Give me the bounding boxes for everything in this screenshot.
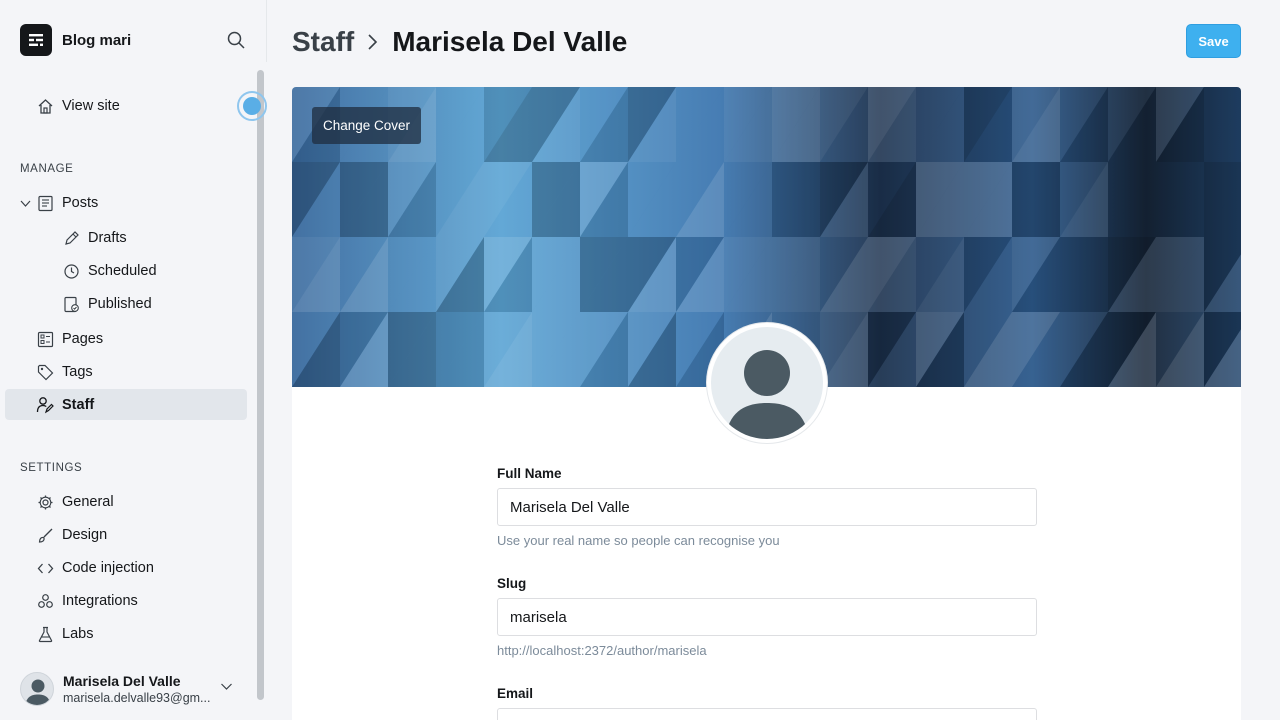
sidebar-item-label: General xyxy=(62,494,114,510)
sidebar-item-label: Published xyxy=(88,296,152,312)
sidebar-item-label: Design xyxy=(62,527,108,543)
breadcrumb: Staff Marisela Del Valle xyxy=(292,24,627,60)
email-input[interactable] xyxy=(497,708,1037,720)
slug-input[interactable] xyxy=(497,598,1037,636)
avatar-placeholder-icon[interactable] xyxy=(707,323,827,443)
chevron-right-icon xyxy=(366,33,380,51)
gear-icon xyxy=(36,493,54,511)
blog-name: Blog mari xyxy=(62,31,132,49)
profile-card: Change Cover Full Name Use your real nam… xyxy=(292,87,1241,720)
brush-icon xyxy=(36,526,54,544)
sidebar-item-label: Labs xyxy=(62,626,94,642)
sidebar-resize-handle[interactable] xyxy=(237,91,267,121)
integrations-icon xyxy=(36,592,54,610)
sidebar-scrollbar-thumb[interactable] xyxy=(257,70,264,700)
ghost-logo-icon xyxy=(20,24,52,56)
sidebar-item-integrations[interactable]: Integrations xyxy=(36,586,138,616)
sidebar-item-staff[interactable]: Staff xyxy=(5,389,247,420)
chevron-down-icon xyxy=(220,680,233,698)
sidebar-item-label: Integrations xyxy=(62,593,138,609)
tag-icon xyxy=(36,363,54,381)
sidebar-item-label: Drafts xyxy=(88,230,127,246)
sidebar-item-design[interactable]: Design xyxy=(36,520,107,550)
user-menu[interactable]: Marisela Del Valle marisela.delvalle93@g… xyxy=(20,668,240,710)
manage-section-label: MANAGE xyxy=(20,163,74,175)
sidebar-item-label: Pages xyxy=(62,331,104,347)
sidebar: Blog mari View site MANAGE Posts Drafts … xyxy=(0,0,267,720)
sidebar-item-general[interactable]: General xyxy=(36,487,114,517)
sidebar-item-pages[interactable]: Pages xyxy=(36,324,103,354)
full-name-input[interactable] xyxy=(497,488,1037,526)
brand[interactable]: Blog mari xyxy=(20,24,131,56)
page-title: Marisela Del Valle xyxy=(392,26,628,57)
chevron-down-icon[interactable] xyxy=(19,194,31,212)
user-name: Marisela Del Valle xyxy=(63,673,181,689)
sidebar-item-label: View site xyxy=(62,98,120,114)
sidebar-item-tags[interactable]: Tags xyxy=(36,357,93,387)
full-name-hint: Use your real name so people can recogni… xyxy=(497,533,780,548)
sidebar-item-label: Code injection xyxy=(62,560,154,576)
published-icon xyxy=(62,295,80,313)
sidebar-item-label: Scheduled xyxy=(88,263,157,279)
sidebar-item-posts[interactable]: Posts xyxy=(19,188,98,218)
posts-icon xyxy=(36,194,54,212)
sidebar-item-label: Tags xyxy=(62,364,93,380)
sidebar-item-scheduled[interactable]: Scheduled xyxy=(62,256,157,286)
user-email: marisela.delvalle93@gm... xyxy=(63,691,211,705)
slug-label: Slug xyxy=(497,576,527,591)
code-icon xyxy=(36,559,54,577)
clock-icon xyxy=(62,262,80,280)
home-icon xyxy=(36,97,54,115)
sidebar-item-labs[interactable]: Labs xyxy=(36,619,93,649)
search-icon[interactable] xyxy=(226,30,248,52)
sidebar-item-label: Staff xyxy=(62,396,95,413)
sidebar-item-drafts[interactable]: Drafts xyxy=(62,223,127,253)
change-cover-button[interactable]: Change Cover xyxy=(312,107,422,144)
sidebar-item-label: Posts xyxy=(62,195,99,211)
pages-icon xyxy=(36,330,54,348)
flask-icon xyxy=(36,625,54,643)
settings-section-label: SETTINGS xyxy=(20,462,83,474)
email-label: Email xyxy=(497,686,534,701)
pencil-icon xyxy=(62,229,80,247)
slug-hint: http://localhost:2372/author/marisela xyxy=(497,643,707,658)
sidebar-item-code-injection[interactable]: Code injection xyxy=(36,553,154,583)
breadcrumb-parent[interactable]: Staff xyxy=(292,26,354,58)
avatar xyxy=(20,672,54,706)
full-name-label: Full Name xyxy=(497,466,562,481)
sidebar-item-published[interactable]: Published xyxy=(62,289,152,319)
staff-icon xyxy=(36,396,54,414)
save-button[interactable]: Save xyxy=(1186,24,1241,58)
sidebar-item-view-site[interactable]: View site xyxy=(36,91,120,121)
